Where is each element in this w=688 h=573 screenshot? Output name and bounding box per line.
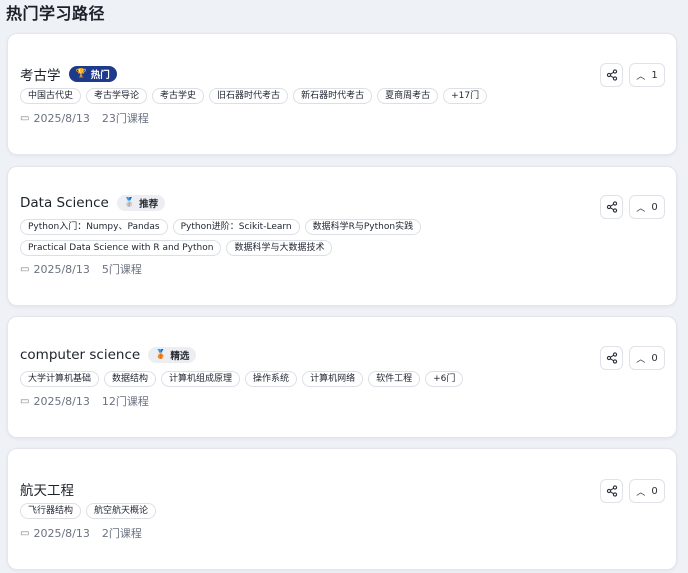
share-icon [606, 352, 617, 364]
course-tag[interactable]: 软件工程 [368, 371, 421, 387]
hot-badge: 🏆 热门 [68, 66, 117, 82]
course-tag[interactable]: 航空航天概论 [86, 503, 157, 519]
course-tag[interactable]: 新石器时代考古 [293, 88, 373, 104]
section-title: 热门学习路径 [6, 4, 106, 23]
share-icon [606, 69, 617, 81]
course-tag[interactable]: Practical Data Science with R and Python [20, 240, 222, 256]
course-count: 5门课程 [101, 263, 142, 276]
course-tag[interactable]: 中国古代史 [20, 88, 82, 104]
path-card-computer-science[interactable]: computer science 🥉 精选 大学计算机基础 数据结构 计算机组成… [7, 316, 677, 438]
vote-count: 0 [651, 352, 658, 364]
course-count: 2门课程 [101, 527, 142, 540]
path-date: 2025/8/13 [33, 394, 90, 408]
share-icon [606, 485, 617, 497]
path-title: 考古学 [20, 68, 61, 84]
chevron-up-icon: ︿ [636, 203, 646, 214]
course-tag[interactable]: 大学计算机基础 [20, 371, 100, 387]
upvote-button[interactable]: ︿ 1 [629, 63, 665, 87]
vote-count: 0 [651, 201, 658, 213]
course-count: 23门课程 [101, 112, 149, 125]
share-icon [606, 201, 617, 213]
course-tag[interactable]: Python进阶：Scikit-Learn [172, 219, 300, 235]
course-tag[interactable]: 数据结构 [104, 371, 157, 387]
upvote-button[interactable]: ︿ 0 [629, 195, 665, 219]
chevron-up-icon: ︿ [636, 71, 646, 82]
share-button[interactable] [600, 195, 623, 219]
share-button[interactable] [600, 63, 623, 87]
course-tag[interactable]: 数据科学R与Python实践 [304, 219, 422, 235]
path-date: 2025/8/13 [33, 262, 90, 276]
calendar-icon: ▭ [20, 395, 30, 407]
chevron-up-icon: ︿ [636, 354, 646, 365]
course-tag[interactable]: 计算机网络 [302, 371, 364, 387]
chevron-up-icon: ︿ [636, 487, 646, 498]
recommended-badge: 🥈 推荐 [116, 195, 166, 211]
bronze-medal-icon: 🥉 [155, 350, 167, 360]
course-tag[interactable]: 飞行器结构 [20, 503, 82, 519]
course-tag[interactable]: 操作系统 [245, 371, 298, 387]
course-tag[interactable]: 考古学导论 [86, 88, 148, 104]
trophy-icon: 🏆 [75, 69, 87, 79]
upvote-button[interactable]: ︿ 0 [629, 479, 665, 503]
course-tag[interactable]: 旧石器时代考古 [209, 88, 289, 104]
badge-label: 精选 [170, 351, 190, 362]
course-tag[interactable]: 夏商周考古 [377, 88, 439, 104]
course-count: 12门课程 [101, 395, 149, 408]
share-button[interactable] [600, 479, 623, 503]
course-tag[interactable]: 计算机组成原理 [161, 371, 241, 387]
course-tag[interactable]: Python入门：Numpy、Pandas [20, 219, 168, 235]
calendar-icon: ▭ [20, 263, 30, 275]
path-date: 2025/8/13 [33, 111, 90, 125]
badge-label: 推荐 [139, 199, 159, 210]
share-button[interactable] [600, 346, 623, 370]
path-date: 2025/8/13 [33, 526, 90, 540]
path-card-aerospace[interactable]: 航天工程 飞行器结构 航空航天概论 ▭ 2025/8/13 2门课程 ︿ 0 [7, 448, 677, 570]
featured-badge: 🥉 精选 [148, 347, 197, 363]
course-tag[interactable]: 考古学史 [152, 88, 205, 104]
vote-count: 0 [651, 485, 658, 497]
badge-label: 热门 [90, 70, 110, 81]
vote-count: 1 [651, 69, 658, 81]
path-title: 航天工程 [20, 483, 74, 499]
more-courses-tag[interactable]: +17门 [443, 88, 488, 104]
silver-medal-icon: 🥈 [123, 198, 136, 208]
path-card-archaeology[interactable]: 考古学 🏆 热门 中国古代史 考古学导论 考古学史 旧石器时代考古 新石器时代考… [7, 33, 677, 155]
upvote-button[interactable]: ︿ 0 [629, 346, 665, 370]
course-tag[interactable]: 数据科学与大数据技术 [226, 240, 333, 256]
calendar-icon: ▭ [20, 527, 30, 539]
path-title: Data Science [20, 195, 109, 211]
path-title: computer science [20, 347, 141, 363]
path-card-data-science[interactable]: Data Science 🥈 推荐 Python入门：Numpy、Pandas … [7, 166, 677, 306]
more-courses-tag[interactable]: +6门 [425, 371, 464, 387]
calendar-icon: ▭ [20, 112, 30, 124]
